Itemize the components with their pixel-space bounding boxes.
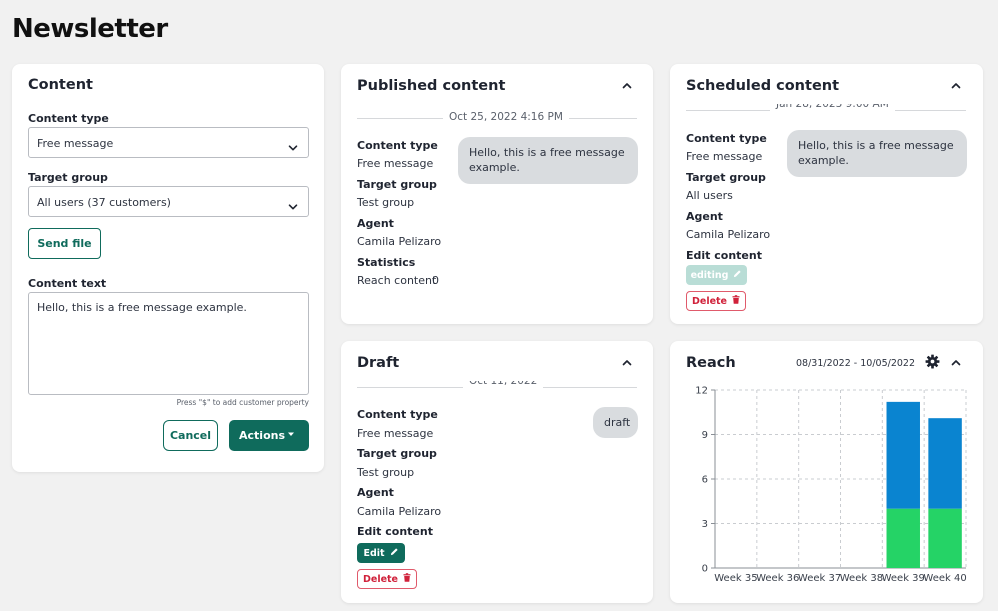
- content-type-label: Content type: [357, 408, 438, 421]
- delete-label: Delete: [362, 573, 398, 585]
- reach-content-value: 0: [432, 274, 439, 287]
- target-group-value: All users: [686, 189, 733, 202]
- pencil-icon: [733, 269, 742, 281]
- editing-button: editing: [686, 265, 747, 285]
- y-tick-label: 0: [702, 564, 708, 575]
- content-type-value: Free message: [357, 157, 434, 170]
- chevron-down-icon: [288, 197, 298, 216]
- caret-down-icon: [287, 429, 295, 442]
- draft-card: Draft Oct 11, 2022 Content type Free mes…: [341, 341, 653, 603]
- edit-button[interactable]: Edit: [357, 543, 405, 563]
- content-type-label: Content type: [357, 139, 438, 152]
- page-title: Newsletter: [12, 14, 168, 44]
- reach-content-label: Reach content: [357, 274, 437, 287]
- y-tick-label: 12: [695, 386, 708, 397]
- message-bubble-text: Hello, this is a free message example.: [798, 139, 954, 167]
- target-group-label: Target group: [686, 171, 766, 184]
- chevron-up-icon[interactable]: [619, 78, 635, 94]
- x-tick-label: Week 39: [882, 573, 925, 584]
- content-card: Content Content type Free message Target…: [12, 64, 324, 472]
- actions-button[interactable]: Actions: [229, 420, 309, 451]
- y-tick-label: 6: [702, 475, 708, 486]
- x-tick-label: Week 35: [714, 573, 757, 584]
- scheduled-card-title: Scheduled content: [686, 78, 840, 94]
- target-group-select[interactable]: All users (37 customers): [28, 186, 309, 217]
- content-text-value: Hello, this is a free message example.: [37, 301, 247, 314]
- pencil-icon: [390, 547, 399, 559]
- statistics-label: Statistics: [357, 256, 416, 269]
- published-content-card: Published content Oct 25, 2022 4:16 PM C…: [341, 64, 653, 324]
- bar-segment: [886, 508, 920, 568]
- x-tick-label: Week 37: [798, 573, 841, 584]
- x-tick-label: Week 40: [923, 573, 966, 584]
- y-tick-label: 3: [702, 519, 708, 530]
- target-group-label: Target group: [357, 178, 437, 191]
- editing-label: editing: [690, 269, 729, 281]
- content-type-value: Free message: [37, 137, 114, 150]
- cancel-button[interactable]: Cancel: [163, 420, 218, 451]
- content-type-label: Content type: [686, 132, 767, 145]
- chevron-up-icon[interactable]: [948, 78, 964, 94]
- edit-label: Edit: [363, 547, 385, 559]
- message-bubble-text: Hello, this is a free message example.: [469, 146, 625, 174]
- bar-segment: [928, 418, 962, 509]
- delete-label: Delete: [691, 295, 727, 307]
- content-text-label: Content text: [28, 277, 107, 290]
- x-tick-label: Week 38: [840, 573, 883, 584]
- scheduled-content-card: Scheduled content Jan 28, 2023 9:00 AM C…: [670, 64, 983, 324]
- scheduled-date: Jan 28, 2023 9:00 AM: [770, 104, 895, 111]
- trash-icon: [732, 295, 740, 307]
- target-group-value: Test group: [357, 466, 415, 479]
- chevron-up-icon[interactable]: [619, 355, 635, 371]
- target-group-label: Target group: [28, 171, 108, 184]
- published-card-title: Published content: [357, 78, 506, 94]
- published-date: Oct 25, 2022 4:16 PM: [443, 111, 569, 123]
- message-bubble: Hello, this is a free message example.: [458, 137, 638, 184]
- content-type-select[interactable]: Free message: [28, 127, 309, 158]
- bar-segment: [928, 508, 962, 568]
- content-type-label: Content type: [28, 112, 109, 125]
- target-group-label: Target group: [357, 447, 437, 460]
- agent-value: Camila Pelizaro: [686, 228, 771, 241]
- reach-card: Reach 08/31/2022 - 10/05/2022 0 3 6 9 12 Week…: [670, 341, 983, 603]
- agent-label: Agent: [357, 217, 394, 230]
- trash-icon: [403, 573, 411, 585]
- send-file-button[interactable]: Send file: [28, 228, 101, 259]
- edit-content-label: Edit content: [357, 525, 433, 538]
- agent-label: Agent: [357, 486, 394, 499]
- agent-value: Camila Pelizaro: [357, 235, 442, 248]
- chevron-down-icon: [288, 138, 298, 157]
- content-type-value: Free message: [686, 150, 763, 163]
- draft-card-title: Draft: [357, 355, 400, 371]
- edit-content-label: Edit content: [686, 249, 762, 262]
- draft-bubble-text: draft: [604, 416, 631, 429]
- message-bubble: Hello, this is a free message example.: [787, 130, 967, 177]
- actions-label: Actions: [239, 429, 285, 442]
- delete-button[interactable]: Delete: [357, 569, 417, 589]
- draft-bubble: draft: [593, 407, 638, 438]
- content-type-value: Free message: [357, 427, 434, 440]
- draft-date: Oct 11, 2022: [463, 381, 544, 388]
- delete-button[interactable]: Delete: [686, 291, 746, 311]
- x-tick-label: Week 36: [756, 573, 799, 584]
- agent-value: Camila Pelizaro: [357, 505, 442, 518]
- content-text-area[interactable]: Hello, this is a free message example.: [28, 292, 309, 395]
- content-card-title: Content: [28, 77, 93, 93]
- property-hint: Press "$" to add customer property: [176, 398, 309, 407]
- y-tick-label: 9: [702, 430, 708, 441]
- reach-chart: 0 3 6 9 12 Week 35Week 36Week 37Week 38Week 3…: [695, 386, 966, 585]
- target-group-value: Test group: [357, 196, 415, 209]
- agent-label: Agent: [686, 210, 723, 223]
- target-group-value: All users (37 customers): [37, 196, 171, 209]
- bar-segment: [886, 401, 920, 509]
